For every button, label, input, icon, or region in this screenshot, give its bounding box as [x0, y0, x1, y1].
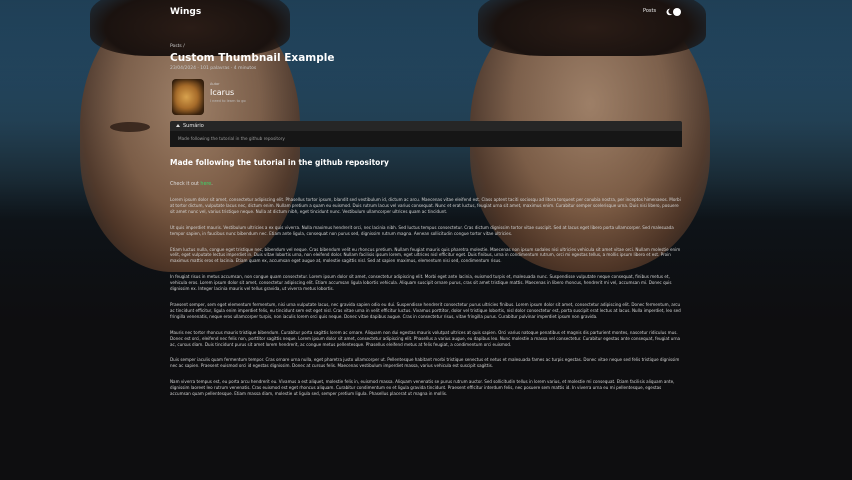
author-bio: I need to learn to go [210, 99, 246, 103]
body-paragraph: Duis semper iaculis quam fermentum tempo… [170, 357, 680, 369]
toc-toggle[interactable]: Sumário [170, 121, 682, 131]
nav-link-posts[interactable]: Posts [643, 8, 656, 14]
sun-icon [673, 8, 681, 16]
toc-item[interactable]: Made following the tutorial in the githu… [170, 131, 682, 147]
post-meta: 23/04/2024 · 101 palavras · 4 minutos [170, 66, 257, 71]
caret-up-icon [176, 124, 180, 127]
intro-text: Check it out here. [170, 182, 682, 187]
intro-prefix: Check it out [170, 182, 201, 187]
table-of-contents: Sumário Made following the tutorial in t… [170, 121, 682, 147]
intro-link[interactable]: here [200, 182, 211, 187]
body-paragraph: Lorem ipsum dolor sit amet, consectetur … [170, 197, 681, 214]
page-title: Custom Thumbnail Example [170, 52, 335, 64]
body-paragraph: Ut quis imperdiet mauris. Vestibulum ult… [170, 224, 674, 236]
hero-eye [110, 122, 150, 132]
body-paragraph: Mauris nec tortor rhoncus mauris tristiq… [170, 329, 681, 347]
body-paragraph: Etiam luctus nulla, congue eget tristiqu… [170, 246, 681, 264]
body-paragraph: Nam viverra tempus est, eu porta arcu he… [170, 379, 675, 397]
author-name[interactable]: Icarus [210, 88, 234, 97]
theme-toggle-button[interactable] [665, 7, 683, 17]
body-paragraph: In feugiat risus in metus accumsan, non … [170, 274, 672, 292]
breadcrumb[interactable]: Posts / [170, 44, 682, 49]
avatar [172, 79, 204, 115]
author-kicker: Autor [210, 82, 220, 86]
intro-suffix: . [211, 182, 213, 187]
site-logo[interactable]: Wings [170, 7, 201, 17]
author-card: Autor Icarus I need to learn to go [170, 79, 682, 119]
body-paragraph: Praesent semper, sem eget elementum ferm… [170, 301, 681, 319]
site-header: Wings Posts [0, 0, 852, 26]
section-heading: Made following the tutorial in the githu… [170, 158, 389, 167]
post-content: Posts / Custom Thumbnail Example 23/04/2… [170, 44, 682, 397]
moon-icon [666, 8, 673, 16]
toc-label: Sumário [183, 123, 204, 129]
